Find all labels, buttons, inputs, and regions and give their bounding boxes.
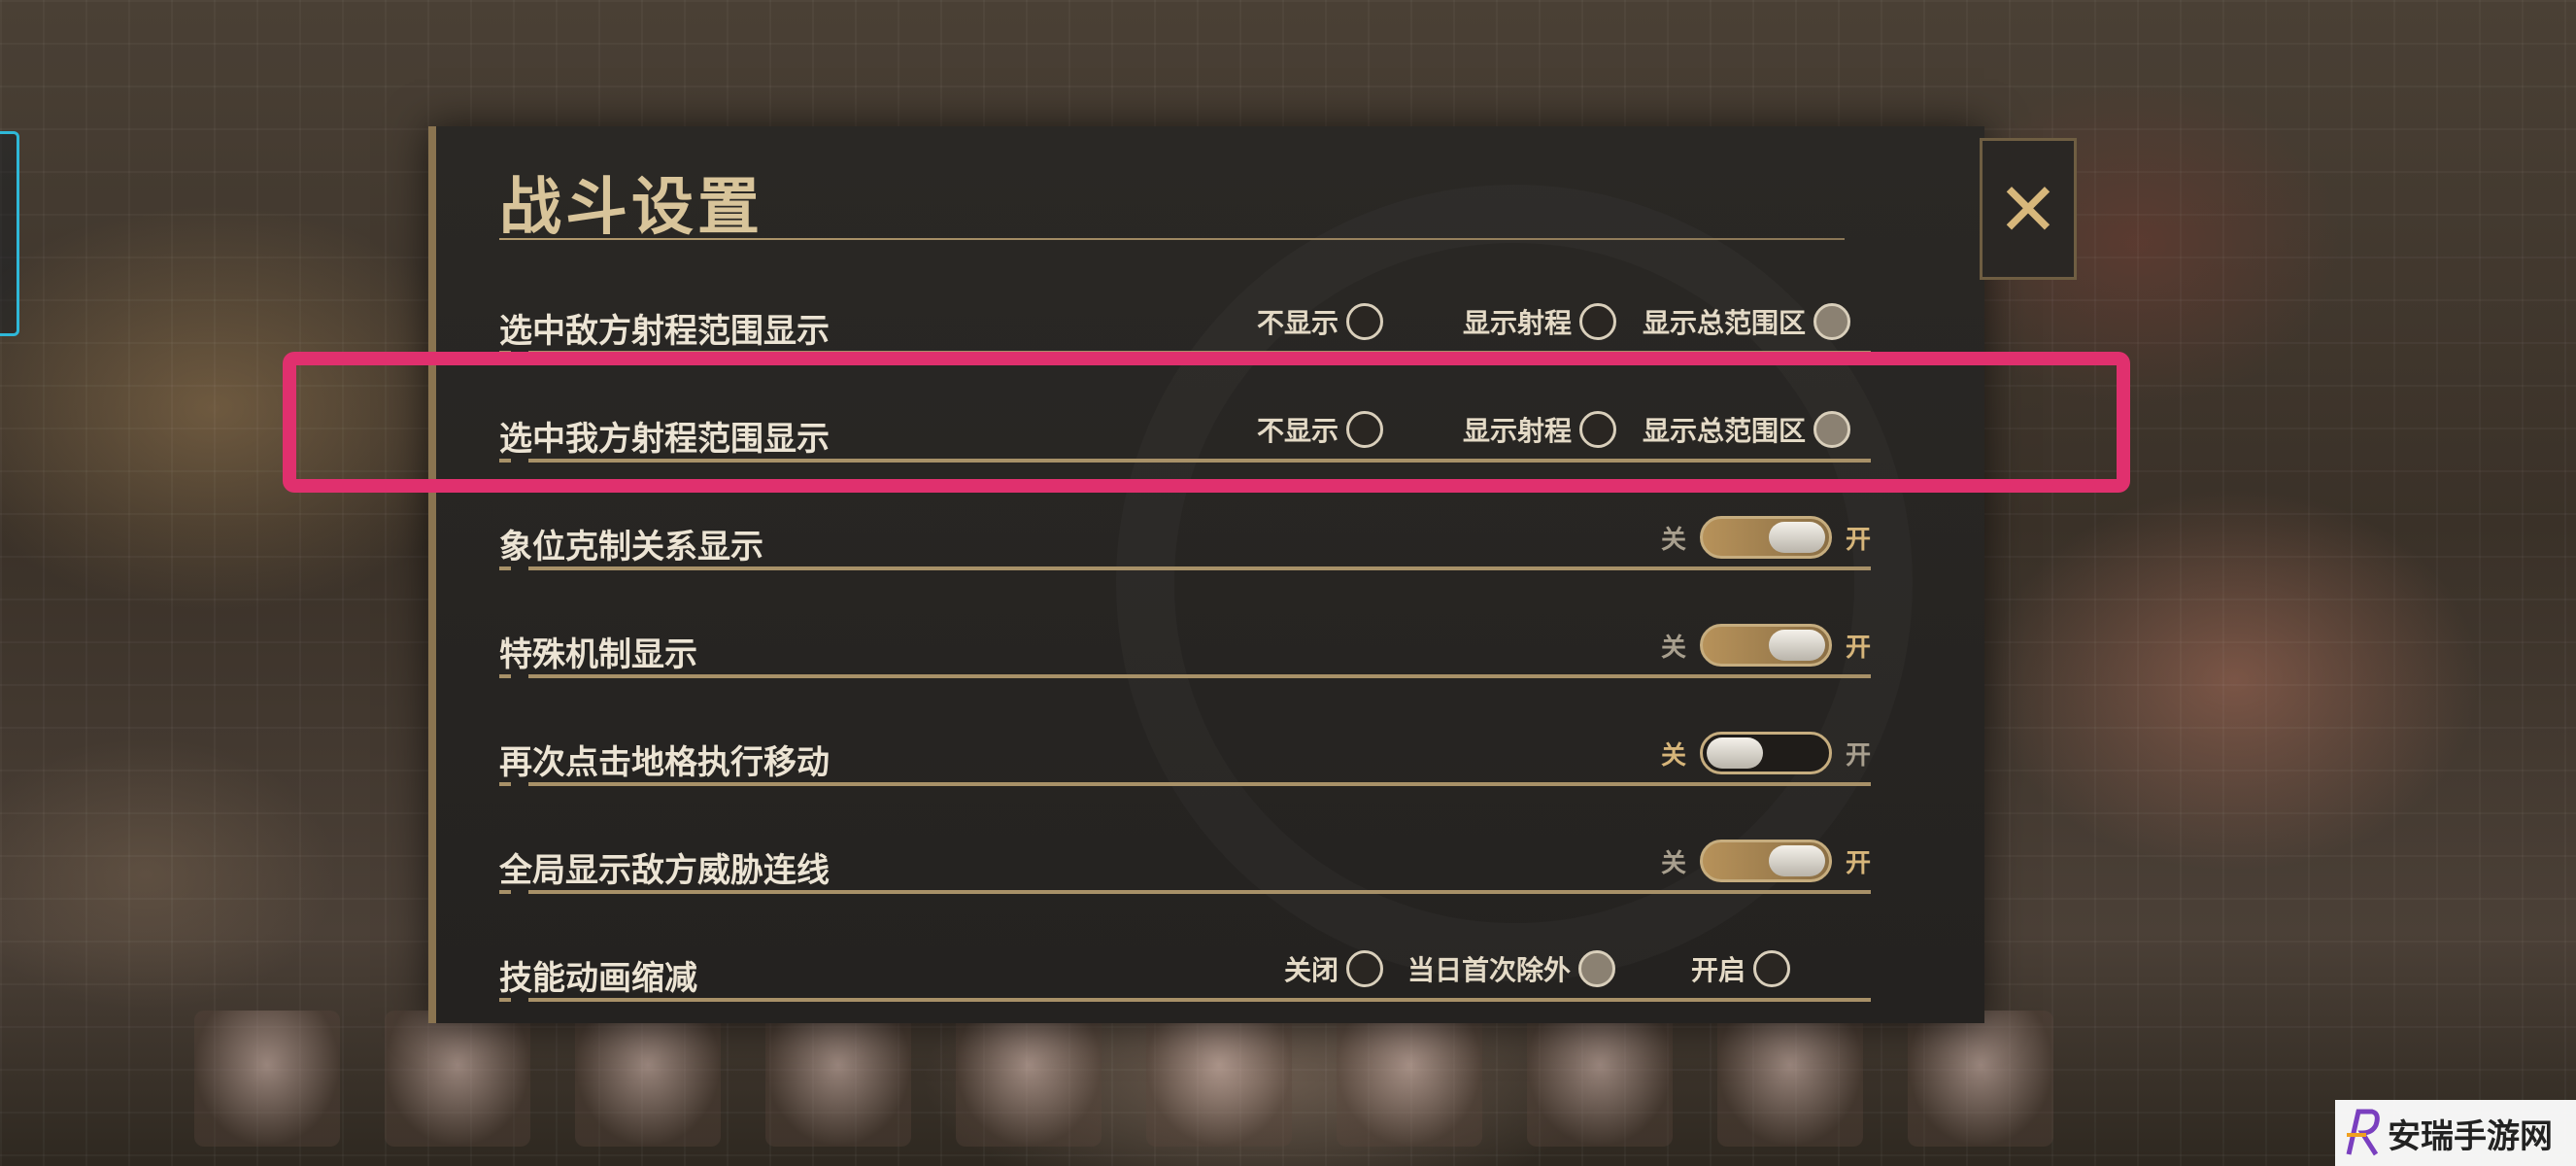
option-off[interactable]: 关闭 <box>1284 947 1384 990</box>
option-none[interactable]: 不显示 <box>1257 300 1384 343</box>
character-portrait <box>1527 1011 1673 1147</box>
radio-button[interactable] <box>1579 303 1617 340</box>
setting-row-skill-animation: 技能动画缩减 关闭 当日首次除外 开启 <box>499 932 1871 1002</box>
toggle-switch[interactable] <box>1699 624 1832 667</box>
close-x-icon: ✕ <box>1997 165 2059 253</box>
character-portrait <box>1717 1011 1863 1147</box>
setting-row-tap-to-move: 再次点击地格执行移动 关 开 <box>499 716 1871 786</box>
toggle-knob <box>1768 845 1825 876</box>
toggle-on-label: 开 <box>1845 740 1871 771</box>
toggle-group: 关 开 <box>1661 516 1871 559</box>
toggle-knob <box>1706 737 1763 769</box>
close-button[interactable]: ✕ <box>1980 138 2077 280</box>
row-divider <box>499 996 1871 1002</box>
character-strip <box>194 1011 2137 1147</box>
option-label: 不显示 <box>1257 307 1339 339</box>
watermark-text: 安瑞手游网 <box>2388 1116 2553 1156</box>
toggle-switch[interactable] <box>1699 732 1832 774</box>
toggle-knob <box>1768 630 1825 661</box>
dialog-title: 战斗设置 <box>499 171 763 244</box>
setting-label: 再次点击地格执行移动 <box>499 743 830 782</box>
toggle-on-label: 开 <box>1845 848 1871 878</box>
setting-label: 技能动画缩减 <box>499 959 697 998</box>
radio-button[interactable] <box>1346 950 1384 987</box>
option-label: 显示总范围区 <box>1643 307 1807 339</box>
setting-label: 特殊机制显示 <box>499 635 697 674</box>
setting-label: 象位克制关系显示 <box>499 528 763 566</box>
radio-button-selected[interactable] <box>1578 950 1616 987</box>
toggle-off-label: 关 <box>1660 740 1686 771</box>
toggle-group: 关 开 <box>1661 732 1871 774</box>
watermark: 安瑞手游网 <box>2335 1100 2576 1166</box>
toggle-switch[interactable] <box>1699 516 1832 559</box>
character-portrait <box>1337 1011 1482 1147</box>
row-divider <box>499 888 1871 894</box>
title-divider <box>499 238 1845 240</box>
row-divider <box>499 780 1871 786</box>
toggle-switch[interactable] <box>1699 840 1832 882</box>
toggle-on-label: 开 <box>1845 633 1871 663</box>
character-portrait <box>385 1011 530 1147</box>
toggle-group: 关 开 <box>1661 624 1871 667</box>
option-label: 显示射程 <box>1463 307 1573 339</box>
option-show-total-area[interactable]: 显示总范围区 <box>1643 300 1851 343</box>
setting-row-special-mechanics: 特殊机制显示 关 开 <box>499 608 1871 678</box>
character-portrait <box>194 1011 340 1147</box>
setting-row-attribute-counter: 象位克制关系显示 关 开 <box>499 500 1871 570</box>
watermark-logo-icon <box>2346 1109 2380 1156</box>
highlight-annotation-box <box>283 352 2130 493</box>
toggle-group: 关 开 <box>1661 840 1871 882</box>
toggle-off-label: 关 <box>1660 525 1686 555</box>
radio-button[interactable] <box>1753 950 1791 987</box>
toggle-knob <box>1768 522 1825 553</box>
option-except-first-daily[interactable]: 当日首次除外 <box>1407 947 1616 990</box>
setting-row-enemy-range: 选中敌方射程范围显示 不显示 显示射程 显示总范围区 <box>499 285 1871 355</box>
option-label: 开启 <box>1691 954 1746 986</box>
radio-button-selected[interactable] <box>1813 303 1851 340</box>
setting-label: 全局显示敌方威胁连线 <box>499 851 830 890</box>
option-on[interactable]: 开启 <box>1691 947 1791 990</box>
setting-row-threat-lines: 全局显示敌方威胁连线 关 开 <box>499 824 1871 894</box>
row-divider <box>499 672 1871 678</box>
option-show-range[interactable]: 显示射程 <box>1463 300 1617 343</box>
character-portrait <box>765 1011 911 1147</box>
toggle-off-label: 关 <box>1660 848 1686 878</box>
character-portrait <box>956 1011 1102 1147</box>
character-portrait <box>575 1011 721 1147</box>
character-portrait <box>1146 1011 1292 1147</box>
toggle-off-label: 关 <box>1660 633 1686 663</box>
option-label: 当日首次除外 <box>1407 954 1572 986</box>
toggle-on-label: 开 <box>1845 525 1871 555</box>
side-tab[interactable] <box>0 131 19 336</box>
row-divider <box>499 565 1871 570</box>
setting-label: 选中敌方射程范围显示 <box>499 312 830 351</box>
battle-settings-dialog: 战斗设置 选中敌方射程范围显示 不显示 显示射程 显示总范围区 选中我方射程范围… <box>428 126 1984 1023</box>
character-portrait <box>1908 1011 2053 1147</box>
option-label: 关闭 <box>1284 954 1339 986</box>
radio-button[interactable] <box>1346 303 1384 340</box>
